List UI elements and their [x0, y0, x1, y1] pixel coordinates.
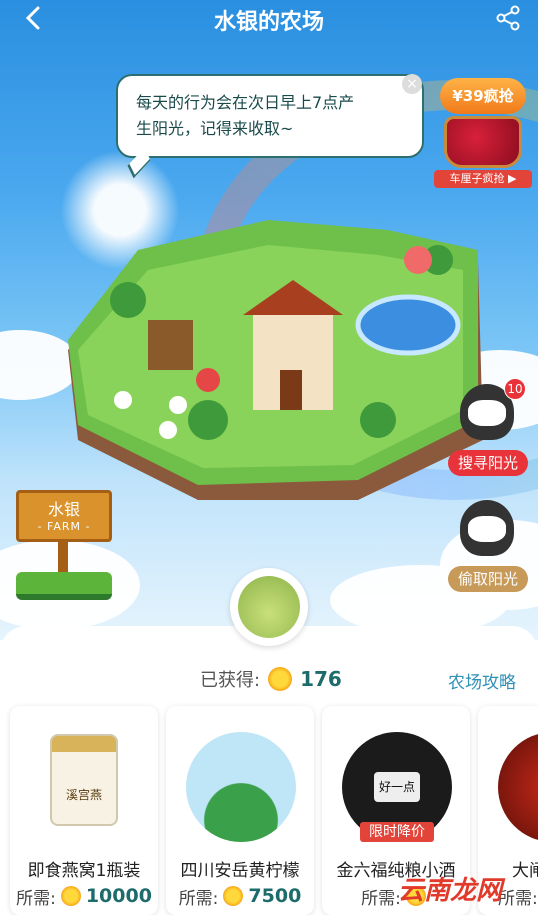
- search-sunlight-label: 搜寻阳光: [448, 450, 528, 476]
- card-name: 大闸: [512, 861, 538, 881]
- notification-badge: 10: [504, 378, 526, 400]
- card-name: 四川安岳黄柠檬: [180, 861, 300, 881]
- promo-caption: 车厘子疯抢 ▶: [434, 170, 532, 188]
- tip-text-line2: 生阳光，记得来收取~: [136, 119, 294, 138]
- card-price: 所需: 7500: [166, 882, 314, 910]
- sun-icon: [223, 886, 244, 906]
- reward-card[interactable]: 四川安岳黄柠檬 所需: 7500: [166, 706, 314, 915]
- birds-nest-jar-image: 溪宫燕: [50, 734, 118, 826]
- cherry-promo-button[interactable]: ¥39疯抢 车厘子疯抢 ▶: [434, 78, 532, 188]
- reward-card[interactable]: 溪宫燕 即食燕窝1瓶装 所需: 10000: [10, 706, 158, 915]
- price-value: 10000: [85, 885, 152, 907]
- lemon-image: [186, 732, 296, 842]
- top-bar: 水银的农场: [0, 0, 538, 40]
- card-price: 所需:: [498, 882, 538, 910]
- share-icon: [496, 5, 520, 31]
- card-name: 即食燕窝1瓶装: [27, 861, 141, 881]
- avatar-image: [238, 576, 300, 638]
- avatar[interactable]: [230, 568, 308, 646]
- jar-label: 溪宫燕: [65, 788, 102, 802]
- price-label: 所需:: [498, 888, 538, 909]
- earned-label: 已获得:: [200, 670, 261, 691]
- promo-price: ¥39疯抢: [440, 78, 526, 114]
- tip-text-line1: 每天的行为会在次日早上7点产: [136, 93, 355, 112]
- price-value: 7500: [248, 885, 302, 907]
- farm-guide-link[interactable]: 农场攻略: [448, 668, 516, 693]
- price-label: 所需:: [361, 888, 401, 909]
- farm-sign-sub: - FARM -: [37, 520, 91, 533]
- earned-value: 176: [300, 667, 342, 691]
- limited-discount-tag: 限时降价: [360, 822, 434, 842]
- watermark: 云南龙网: [398, 876, 503, 906]
- sun-icon: [60, 886, 81, 906]
- steal-sunlight-button[interactable]: 偷取阳光: [448, 500, 528, 600]
- farm-sign-board: 水银 - FARM -: [16, 490, 112, 542]
- card-price: 所需: 10000: [10, 882, 158, 910]
- tip-bubble: 每天的行为会在次日早上7点产 生阳光，记得来收取~: [116, 74, 424, 158]
- farm-island[interactable]: [58, 200, 488, 520]
- sun-icon: [268, 667, 293, 691]
- price-label: 所需:: [178, 888, 219, 909]
- earned-sunlight: 已获得: 176: [200, 664, 342, 694]
- sign-post: [58, 542, 68, 576]
- steal-sunlight-label: 偷取阳光: [448, 566, 528, 592]
- farm-sign-name: 水银: [47, 500, 80, 519]
- share-button[interactable]: [494, 4, 522, 32]
- cherry-basket-icon: [444, 116, 522, 168]
- tmall-cat-thief-icon: [460, 500, 514, 556]
- close-icon[interactable]: ×: [402, 74, 422, 94]
- page-title: 水银的农场: [213, 10, 324, 35]
- crab-image: [498, 732, 538, 842]
- sign-grass: [16, 572, 112, 600]
- price-label: 所需:: [16, 888, 56, 909]
- farm-sign: 水银 - FARM -: [16, 490, 112, 605]
- bottle-label: 好一点: [374, 772, 420, 802]
- search-sunlight-button[interactable]: 10 搜寻阳光: [448, 378, 528, 484]
